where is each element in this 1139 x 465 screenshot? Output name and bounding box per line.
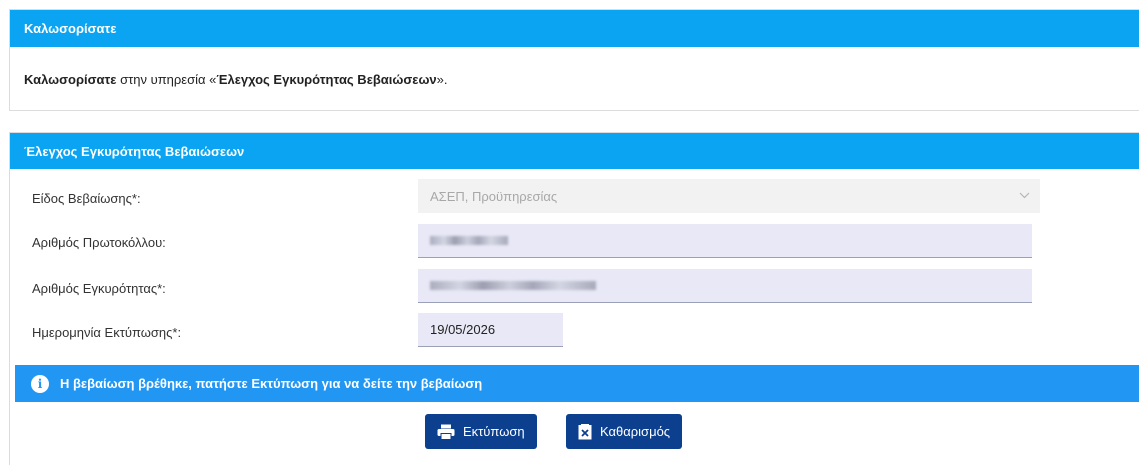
certificate-type-value: ΑΣΕΠ, Προϋπηρεσίας [430, 188, 558, 204]
printer-icon [437, 424, 455, 440]
info-alert: i Η βεβαίωση βρέθηκε, πατήστε Εκτύπωση γ… [15, 365, 1139, 402]
form-header: Έλεγχος Εγκυρότητας Βεβαιώσεων [10, 133, 1139, 169]
clear-icon [578, 423, 592, 439]
print-date-value: 19/05/2026 [430, 322, 496, 337]
print-button-label: Εκτύπωση [463, 424, 525, 439]
welcome-bold: Καλωσορίσατε [24, 72, 117, 87]
clear-button-label: Καθαρισμός [600, 424, 671, 439]
certificate-type-select[interactable]: ΑΣΕΠ, Προϋπηρεσίας [418, 179, 1040, 213]
protocol-number-input[interactable] [418, 224, 1032, 258]
alert-text: Η βεβαίωση βρέθηκε, πατήστε Εκτύπωση για… [60, 376, 483, 391]
validity-number-input[interactable] [418, 269, 1032, 303]
protocol-number-label: Αριθμός Πρωτοκόλλου: [32, 235, 166, 250]
info-icon: i [31, 374, 49, 393]
print-date-input[interactable]: 19/05/2026 [418, 313, 563, 347]
protocol-number-redacted [430, 236, 508, 245]
validity-number-label: Αριθμός Εγκυρότητας*: [32, 281, 166, 296]
service-name: Έλεγχος Εγκυρότητας Βεβαιώσεων [216, 72, 437, 87]
certificate-type-label: Είδος Βεβαίωσης*: [32, 191, 141, 206]
chevron-down-icon [1019, 190, 1030, 202]
welcome-end: ». [436, 72, 448, 87]
welcome-panel: Καλωσορίσατε Καλωσορίσατε στην υπηρεσία … [9, 9, 1139, 111]
welcome-middle: στην υπηρεσία « [116, 72, 217, 87]
clear-button[interactable]: Καθαρισμός [566, 414, 683, 449]
welcome-header: Καλωσορίσατε [10, 10, 1139, 47]
welcome-message: Καλωσορίσατε στην υπηρεσία «Έλεγχος Εγκυ… [24, 72, 448, 87]
validity-number-redacted [430, 281, 596, 290]
print-button[interactable]: Εκτύπωση [425, 414, 537, 449]
print-date-label: Ημερομηνία Εκτύπωσης*: [32, 325, 182, 340]
